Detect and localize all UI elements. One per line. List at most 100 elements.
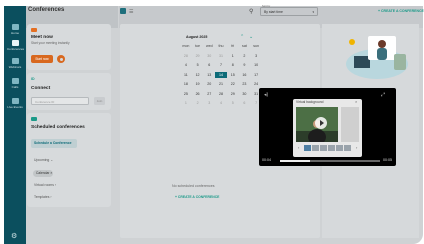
volume-icon[interactable]: ◂) — [264, 92, 268, 98]
calendar-view-icon[interactable] — [120, 8, 126, 14]
calendar-day[interactable]: 22 — [227, 81, 239, 87]
calendar-icon — [31, 117, 37, 121]
home-icon — [11, 24, 19, 30]
background-thumb[interactable] — [304, 145, 311, 151]
calendar-day[interactable]: 18 — [180, 81, 192, 87]
dialog-sidebar — [341, 107, 359, 142]
calendar-day[interactable]: 6 — [239, 100, 251, 106]
background-thumb[interactable] — [312, 145, 319, 151]
phone-icon — [11, 78, 19, 84]
calendar-day[interactable]: 4 — [215, 100, 227, 106]
seek-bar-fill — [280, 160, 310, 162]
play-icon[interactable] — [315, 117, 327, 129]
calendar-day[interactable]: 29 — [227, 91, 239, 97]
upcoming-toggle[interactable]: Upcoming ⌄ — [34, 158, 53, 162]
close-icon-dialog[interactable]: × — [355, 99, 357, 104]
calendar-day[interactable]: 13 — [203, 72, 215, 78]
weekday-label: sun — [253, 44, 260, 48]
nav-home[interactable]: Home — [7, 24, 23, 35]
calendar-day[interactable]: 1 — [180, 100, 192, 106]
calendar-day[interactable]: 27 — [203, 91, 215, 97]
empty-state-text: No scheduled conferences — [172, 184, 215, 188]
join-button[interactable]: Join — [94, 97, 105, 105]
broadcast-icon — [11, 98, 19, 104]
background-thumb[interactable] — [344, 145, 351, 151]
calendar-day[interactable]: 7 — [215, 62, 227, 68]
nav-rail: Home Conferences Webinars Calls Live Eve… — [4, 6, 26, 244]
calendar-day[interactable]: 12 — [192, 72, 204, 78]
calendar-day[interactable]: 3 — [250, 53, 262, 59]
calendar-day[interactable]: 8 — [227, 62, 239, 68]
calendar-day[interactable]: 16 — [239, 72, 251, 78]
start-now-button[interactable]: Start now — [31, 55, 53, 63]
calendar-day[interactable]: 19 — [192, 81, 204, 87]
calendar-day[interactable]: 20 — [203, 81, 215, 87]
connect-card: ID Connect Conference ID Join — [27, 73, 111, 110]
illustration — [346, 36, 408, 79]
background-thumbnails — [304, 145, 351, 151]
calendar-month: August 2025 — [186, 35, 208, 39]
calendar-day[interactable]: 5 — [192, 62, 204, 68]
calendar-tab[interactable]: Calendar × — [33, 170, 53, 177]
camera-icon — [31, 28, 37, 32]
calendar-day[interactable]: 31 — [215, 53, 227, 59]
calendar-day[interactable]: 30 — [203, 53, 215, 59]
background-thumb[interactable] — [336, 145, 343, 151]
calendar-day[interactable]: 9 — [239, 62, 251, 68]
settings-gear-icon[interactable]: ⚙ — [11, 232, 17, 240]
calendar-day[interactable]: 25 — [180, 91, 192, 97]
calendar-day[interactable]: 30 — [239, 91, 251, 97]
meeting-settings-icon[interactable] — [57, 55, 65, 63]
calendar-day[interactable]: 15 — [227, 72, 239, 78]
calendar-day[interactable]: 3 — [203, 100, 215, 106]
fullscreen-icon[interactable]: ⤢ — [381, 92, 385, 98]
sort-select[interactable]: By start time ▾ — [260, 7, 318, 16]
list-view-icon[interactable]: ☰ — [129, 9, 133, 15]
close-icon: × — [50, 171, 53, 175]
thumb-prev-icon[interactable]: ‹ — [298, 145, 299, 150]
dropdown-caret-icon: ▾ — [312, 10, 314, 14]
background-thumb[interactable] — [320, 145, 327, 151]
calendar-day[interactable]: 23 — [239, 81, 251, 87]
meet-now-title: Meet now — [31, 35, 53, 40]
video-icon — [11, 40, 19, 46]
calendar-day[interactable]: 21 — [215, 81, 227, 87]
nav-live-events[interactable]: Live Events — [7, 98, 23, 109]
calendar-day[interactable]: 26 — [192, 91, 204, 97]
dialog-title: Virtual background — [296, 100, 324, 104]
next-month-icon[interactable]: ⌄ — [249, 34, 253, 40]
create-conference-link[interactable]: + CREATE A CONFERENCE — [175, 195, 219, 199]
search-icon[interactable]: ⚲ — [249, 8, 253, 15]
nav-conferences[interactable]: Conferences — [7, 40, 24, 51]
webinar-icon — [11, 58, 19, 64]
templates-toggle[interactable]: Templates › — [34, 195, 52, 199]
calendar-day[interactable]: 17 — [250, 72, 262, 78]
scheduled-title: Scheduled conferences — [31, 125, 85, 130]
calendar-day[interactable]: 28 — [180, 53, 192, 59]
conference-id-input[interactable]: Conference ID — [31, 97, 89, 105]
prev-month-icon[interactable]: ⌃ — [240, 34, 244, 40]
weekday-label: mon — [182, 44, 190, 48]
calendar-day[interactable]: 2 — [239, 53, 251, 59]
chevron-right-icon-2: › — [50, 195, 52, 199]
calendar-day[interactable]: 24 — [250, 81, 262, 87]
calendar-day[interactable]: 6 — [203, 62, 215, 68]
virtual-rooms-toggle[interactable]: Virtual rooms › — [34, 183, 56, 187]
calendar-day[interactable]: 14 — [215, 71, 227, 78]
schedule-conference-button[interactable]: Schedule a Conference — [31, 139, 77, 148]
calendar-day[interactable]: 11 — [180, 72, 192, 78]
weekday-label: wed — [205, 44, 213, 48]
calendar-day[interactable]: 1 — [227, 53, 239, 59]
calendar-day[interactable]: 29 — [192, 53, 204, 59]
chevron-down-icon: ⌄ — [50, 158, 54, 162]
calendar-day[interactable]: 10 — [250, 62, 262, 68]
calendar-day[interactable]: 28 — [215, 91, 227, 97]
calendar-day[interactable]: 5 — [227, 100, 239, 106]
nav-calls[interactable]: Calls — [7, 78, 23, 89]
thumb-next-icon[interactable]: › — [356, 145, 357, 150]
create-conference-top-link[interactable]: + CREATE A CONFERENCE — [378, 9, 424, 13]
background-thumb[interactable] — [328, 145, 335, 151]
calendar-day[interactable]: 2 — [192, 100, 204, 106]
calendar-day[interactable]: 4 — [180, 62, 192, 68]
nav-webinars[interactable]: Webinars — [7, 58, 23, 69]
